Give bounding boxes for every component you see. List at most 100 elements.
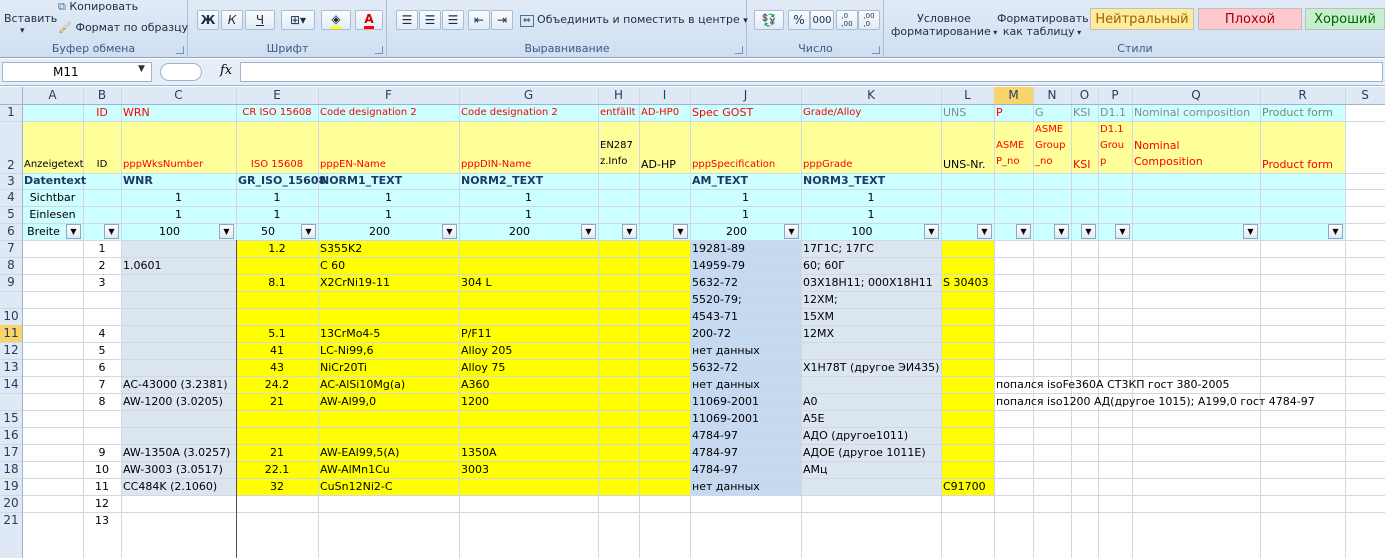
header-row2-e[interactable]: ISO 15608 bbox=[236, 157, 318, 173]
row-header[interactable]: 3 bbox=[0, 173, 22, 189]
data-j[interactable]: 5632-72 bbox=[690, 359, 801, 376]
data-b[interactable]: 9 bbox=[83, 444, 121, 461]
data-e[interactable]: 41 bbox=[236, 342, 318, 359]
row-header[interactable]: 2 bbox=[0, 121, 22, 173]
name-box-dropdown-icon[interactable]: ▼ bbox=[138, 64, 145, 74]
alignment-launcher-icon[interactable] bbox=[735, 46, 743, 54]
data-f[interactable]: AW-EAl99,5(A) bbox=[318, 444, 459, 461]
data-b[interactable]: 12 bbox=[83, 495, 121, 512]
header-row2-q2[interactable]: Composition bbox=[1132, 154, 1260, 170]
row-header[interactable]: 8 bbox=[0, 257, 22, 274]
font-launcher-icon[interactable] bbox=[375, 46, 383, 54]
row6-j[interactable]: 200 bbox=[690, 223, 783, 240]
data-b[interactable]: 1 bbox=[83, 240, 121, 257]
row-header[interactable]: 9 bbox=[0, 274, 22, 291]
data-b[interactable]: 4 bbox=[83, 325, 121, 342]
align-left-button[interactable]: ☰ bbox=[396, 10, 418, 30]
row3-a[interactable]: Datentext bbox=[22, 173, 86, 189]
header-row2-g[interactable]: pppDIN-Name bbox=[459, 157, 598, 173]
header-row1-m[interactable]: P bbox=[994, 104, 1033, 121]
row4-e[interactable]: 1 bbox=[236, 189, 318, 206]
currency-button[interactable]: 💱 bbox=[754, 10, 784, 30]
column-header-o[interactable]: O bbox=[1071, 87, 1098, 104]
data-b[interactable]: 2 bbox=[83, 257, 121, 274]
header-row1-r[interactable]: Product form bbox=[1260, 104, 1345, 121]
data-g[interactable]: P/F11 bbox=[459, 325, 598, 342]
row4-k[interactable]: 1 bbox=[801, 189, 941, 206]
data-g[interactable]: 304 L bbox=[459, 274, 598, 291]
paste-button[interactable]: Вставить bbox=[4, 12, 57, 25]
data-g[interactable]: Alloy 205 bbox=[459, 342, 598, 359]
copy-button[interactable]: ⧉ Копировать bbox=[58, 0, 138, 14]
row6-k[interactable]: 100 bbox=[801, 223, 923, 240]
merge-center-button[interactable]: ⇔ Объединить и поместить в центре ▾ bbox=[520, 13, 748, 27]
number-launcher-icon[interactable] bbox=[872, 46, 880, 54]
formula-input[interactable] bbox=[240, 62, 1383, 82]
align-center-button[interactable]: ☰ bbox=[419, 10, 441, 30]
font-color-button[interactable]: A bbox=[355, 10, 383, 30]
style-neutral[interactable]: Нейтральный bbox=[1090, 8, 1194, 30]
data-k[interactable]: 17Г1С; 17ГС bbox=[801, 240, 941, 257]
filter-dropdown-icon[interactable]: ▼ bbox=[442, 224, 457, 239]
decrease-indent-button[interactable]: ⇤ bbox=[468, 10, 490, 30]
row3-f[interactable]: NORM1_TEXT bbox=[318, 173, 459, 189]
data-b[interactable]: 11 bbox=[83, 478, 121, 495]
header-row2-p1[interactable]: D1.1 bbox=[1098, 122, 1132, 138]
increase-decimal-button[interactable]: ,0 ,00 bbox=[836, 10, 858, 30]
data-f[interactable]: NiCr20Ti bbox=[318, 359, 459, 376]
column-header-a[interactable]: A bbox=[22, 87, 83, 104]
row-header[interactable] bbox=[0, 291, 22, 308]
data-j[interactable]: 5632-72 bbox=[690, 274, 801, 291]
format-painter-button[interactable]: 🖌 Формат по образцу bbox=[58, 21, 188, 34]
data-j[interactable]: 4784-97 bbox=[690, 427, 801, 444]
percent-button[interactable]: % bbox=[788, 10, 810, 30]
row6-c[interactable]: 100 bbox=[121, 223, 218, 240]
filter-dropdown-icon[interactable]: ▼ bbox=[924, 224, 939, 239]
row5-k[interactable]: 1 bbox=[801, 206, 941, 223]
data-m[interactable]: попался isoFe360A СТ3КП гост 380-2005 bbox=[994, 376, 1374, 393]
row-header[interactable]: 13 bbox=[0, 359, 22, 376]
data-g[interactable]: Alloy 75 bbox=[459, 359, 598, 376]
row3-c[interactable]: WNR bbox=[121, 173, 236, 189]
row-header[interactable]: 14 bbox=[0, 376, 22, 393]
data-f[interactable]: X2CrNi19-11 bbox=[318, 274, 459, 291]
data-j[interactable]: 4784-97 bbox=[690, 461, 801, 478]
row-header[interactable]: 4 bbox=[0, 189, 22, 206]
conditional-formatting-button[interactable]: Условное форматирование ▾ bbox=[891, 12, 997, 39]
data-c[interactable]: CC484K (2.1060) bbox=[121, 478, 236, 495]
header-row1-i[interactable]: AD-HP0 bbox=[639, 104, 690, 121]
data-g[interactable]: 1200 bbox=[459, 393, 598, 410]
column-header-h[interactable]: H bbox=[598, 87, 639, 104]
data-k[interactable]: АДО (другое1011) bbox=[801, 427, 941, 444]
row5-a[interactable]: Einlesen bbox=[22, 206, 83, 223]
data-f[interactable]: S355K2 bbox=[318, 240, 459, 257]
data-f[interactable]: 13CrMo4-5 bbox=[318, 325, 459, 342]
data-k[interactable]: 12ХМ; bbox=[801, 291, 941, 308]
row5-g[interactable]: 1 bbox=[459, 206, 598, 223]
row-header[interactable]: 19 bbox=[0, 478, 22, 495]
header-row1-o[interactable]: KSI bbox=[1071, 104, 1098, 121]
fill-color-button[interactable]: ◈ bbox=[321, 10, 351, 30]
data-k[interactable]: АДОЕ (другое 1011Е) bbox=[801, 444, 941, 461]
bold-button[interactable]: Ж bbox=[197, 10, 219, 30]
header-row2-m1[interactable]: ASME bbox=[994, 138, 1033, 154]
filter-dropdown-icon[interactable]: ▼ bbox=[622, 224, 637, 239]
header-row2-m2[interactable]: P_no bbox=[994, 154, 1033, 170]
data-e[interactable]: 43 bbox=[236, 359, 318, 376]
header-row1-b[interactable]: ID bbox=[83, 104, 121, 121]
insert-function-button[interactable]: fx bbox=[220, 63, 232, 78]
row-header[interactable]: 10 bbox=[0, 308, 22, 325]
column-header-e[interactable]: E bbox=[236, 87, 318, 104]
row-header[interactable]: 12 bbox=[0, 342, 22, 359]
row-header[interactable]: 11 bbox=[0, 325, 22, 342]
data-e[interactable]: 8.1 bbox=[236, 274, 318, 291]
header-row2-h2[interactable]: z.Info bbox=[598, 154, 639, 169]
header-row2-p3[interactable]: p bbox=[1098, 154, 1132, 170]
column-header-b[interactable]: B bbox=[83, 87, 121, 104]
name-box[interactable]: M11 bbox=[2, 62, 152, 82]
row4-j[interactable]: 1 bbox=[690, 189, 801, 206]
row-header[interactable]: 15 bbox=[0, 410, 22, 427]
data-c[interactable]: AW-1350A (3.0257) bbox=[121, 444, 236, 461]
filter-dropdown-icon[interactable]: ▼ bbox=[219, 224, 234, 239]
data-j[interactable]: 19281-89 bbox=[690, 240, 801, 257]
